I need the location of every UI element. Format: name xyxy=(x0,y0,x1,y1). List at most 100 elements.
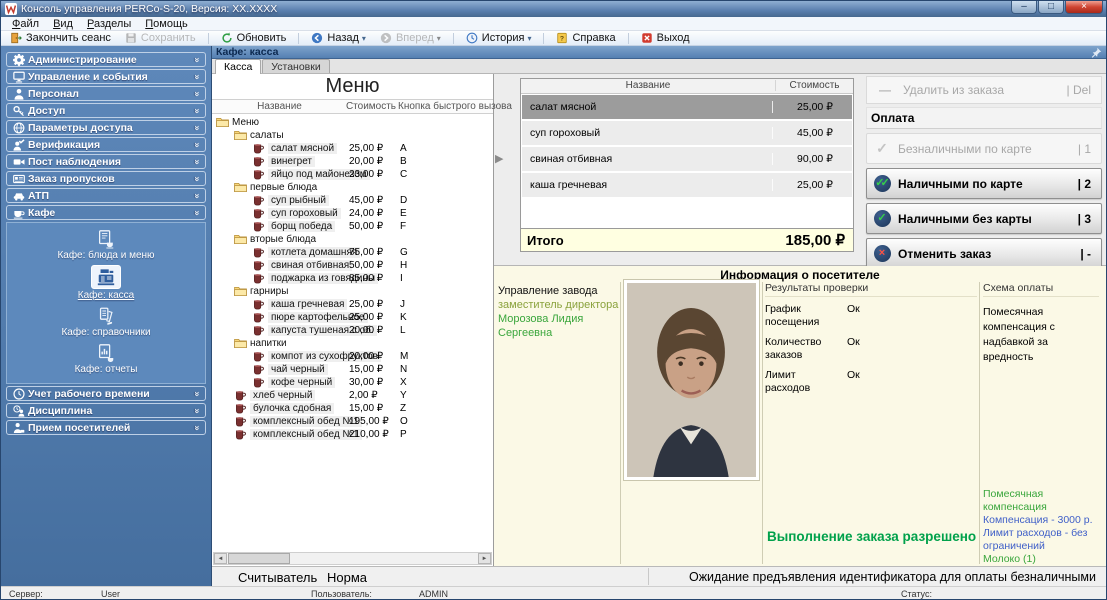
tree-row[interactable]: котлета домашняя75,00 ₽G xyxy=(212,246,493,259)
order-row[interactable]: салат мясной25,00 ₽ xyxy=(522,95,852,119)
order-row[interactable]: каша гречневая25,00 ₽ xyxy=(522,173,852,197)
tree-row[interactable]: первые блюда xyxy=(212,181,493,194)
toolbar-button-exit[interactable]: Выход xyxy=(634,31,697,45)
visitor-position: заместитель директора xyxy=(498,298,620,312)
key-icon xyxy=(10,104,28,118)
chevron-down-icon: » xyxy=(192,57,202,62)
tree-row[interactable]: салаты xyxy=(212,129,493,142)
sidebar-item-clock-person[interactable]: Дисциплина» xyxy=(6,403,206,418)
pin-icon[interactable] xyxy=(1091,47,1102,58)
tree-hotkey: G xyxy=(400,247,408,258)
field-label: Сервер: xyxy=(9,589,43,599)
sidebar-item-clock[interactable]: Учет рабочего времени» xyxy=(6,386,206,401)
menu-item-2[interactable]: Вид xyxy=(46,18,80,30)
tab-2[interactable]: Установки xyxy=(262,59,329,73)
delete-from-order-button[interactable]: — Удалить из заказа | Del xyxy=(866,76,1102,104)
toolbar-button-help[interactable]: ?Справка xyxy=(549,31,622,45)
tree-row[interactable]: компот из сухофруктов20,00 ₽M xyxy=(212,350,493,363)
tree-label: свиная отбивная xyxy=(268,260,352,271)
tree-row[interactable]: напитки xyxy=(212,337,493,350)
payment-label: Отменить заказ xyxy=(898,247,1080,261)
payment-button-check-green[interactable]: ✓Наличными без карты| 3 xyxy=(866,203,1102,234)
sidebar-item-badge[interactable]: Заказ пропусков» xyxy=(6,171,206,186)
tree-label: комплексный обед №1 xyxy=(250,429,362,440)
maximize-button[interactable]: □ xyxy=(1038,1,1064,14)
toolbar-button-forward[interactable]: Вперед▾ xyxy=(373,31,448,45)
toolbar-button-history[interactable]: История▾ xyxy=(459,31,539,45)
sidebar-item-globe[interactable]: Параметры доступа» xyxy=(6,120,206,135)
tree-label: первые блюда xyxy=(250,182,317,193)
tree-row[interactable]: кофе черный30,00 ₽X xyxy=(212,376,493,389)
cafe-submenu-item-report[interactable]: Кафе: отчеты xyxy=(7,342,205,375)
order-row[interactable]: свиная отбивная90,00 ₽ xyxy=(522,147,852,171)
toolbar-button-back[interactable]: Назад▾ xyxy=(304,31,373,45)
payment-button-cancel-red[interactable]: ×Отменить заказ| - xyxy=(866,238,1102,269)
tree-row[interactable]: каша гречневая25,00 ₽J xyxy=(212,298,493,311)
detail-line: Помесячная компенсация xyxy=(983,488,1097,514)
sidebar-item-person[interactable]: Персонал» xyxy=(6,86,206,101)
minimize-button[interactable]: – xyxy=(1011,1,1037,14)
window-title: Консоль управления PERCo-S-20, Версия: X… xyxy=(21,3,277,15)
sidebar: Администрирование» Управление и события» П… xyxy=(1,46,212,586)
payment-hotkey: | - xyxy=(1080,247,1101,261)
tree-row[interactable]: гарниры xyxy=(212,285,493,298)
tree-hotkey: D xyxy=(400,195,407,206)
sidebar-item-cup[interactable]: Кафе» xyxy=(6,205,206,220)
tree-row[interactable]: борщ победа50,00 ₽F xyxy=(212,220,493,233)
tree-row[interactable]: салат мясной25,00 ₽A xyxy=(212,142,493,155)
tree-row[interactable]: комплексный обед №1210,00 ₽P xyxy=(212,428,493,441)
menu-item-4[interactable]: Помощь xyxy=(138,18,195,30)
cafe-submenu-label: Кафе: справочники xyxy=(61,327,150,338)
sidebar-item-car[interactable]: АТП» xyxy=(6,188,206,203)
sidebar-item-person-badge[interactable]: Прием посетителей» xyxy=(6,420,206,435)
cafe-submenu-item-books[interactable]: Кафе: справочники xyxy=(7,305,205,338)
cafe-submenu-item-dishes[interactable]: Кафе: блюда и меню xyxy=(7,228,205,261)
scrollbar-thumb[interactable] xyxy=(228,553,290,564)
cafe-submenu-item-register[interactable]: Кафе: касса xyxy=(7,265,205,301)
sidebar-item-gear[interactable]: Администрирование» xyxy=(6,52,206,67)
globe-icon xyxy=(10,121,28,135)
tree-row[interactable]: Меню xyxy=(212,116,493,129)
scroll-right-icon[interactable]: ► xyxy=(478,553,491,564)
tree-row[interactable]: булочка сдобная15,00 ₽Z xyxy=(212,402,493,415)
scroll-left-icon[interactable]: ◄ xyxy=(214,553,227,564)
window-controls: –□× xyxy=(1010,1,1103,14)
toolbar-button-refresh[interactable]: Обновить xyxy=(214,31,294,45)
collapse-arrow-icon[interactable]: ▶ xyxy=(495,152,503,165)
sidebar-item-monitor[interactable]: Управление и события» xyxy=(6,69,206,84)
tree-row[interactable]: суп рыбный45,00 ₽D xyxy=(212,194,493,207)
tree-row[interactable]: суп гороховый24,00 ₽E xyxy=(212,207,493,220)
tree-row[interactable]: свиная отбивная50,00 ₽H xyxy=(212,259,493,272)
tab-1[interactable]: Касса xyxy=(215,59,261,74)
tree-row[interactable]: капуста тушеная с об.20,00 ₽L xyxy=(212,324,493,337)
menu-panel: Меню Название Стоимость Кнопка быстрого … xyxy=(212,74,494,566)
order-row[interactable]: суп гороховый45,00 ₽ xyxy=(522,121,852,145)
sidebar-item-camera[interactable]: Пост наблюдения» xyxy=(6,154,206,169)
menu-item-1[interactable]: Файл xyxy=(5,18,46,30)
horizontal-scrollbar[interactable]: ◄ ► xyxy=(213,552,492,565)
tree-row[interactable]: пюре картофельное25,00 ₽K xyxy=(212,311,493,324)
payment-hotkey: | 3 xyxy=(1078,212,1101,226)
tree-price: 85,00 ₽ xyxy=(349,273,383,284)
order-item-name: салат мясной xyxy=(522,101,772,113)
order-total-value: 185,00 ₽ xyxy=(785,231,853,249)
close-button[interactable]: × xyxy=(1065,1,1103,14)
toolbar-button-end-session[interactable]: Закончить сеанс xyxy=(3,31,118,45)
tree-row[interactable]: вторые блюда xyxy=(212,233,493,246)
detail-line: Компенсация - 3000 р. xyxy=(983,514,1097,527)
tree-row[interactable]: винегрет20,00 ₽B xyxy=(212,155,493,168)
payment-button-check-double-green[interactable]: ✓✓Наличными по карте| 2 xyxy=(866,168,1102,199)
tree-row[interactable]: чай черный15,00 ₽N xyxy=(212,363,493,376)
tree-row[interactable]: поджарка из говядины85,00 ₽I xyxy=(212,272,493,285)
folder-icon xyxy=(234,286,248,297)
payment-button-check-grey[interactable]: ✓Безналичными по карте| 1 xyxy=(866,133,1102,164)
tree-hotkey: J xyxy=(400,299,405,310)
sidebar-item-person-check[interactable]: Верификация» xyxy=(6,137,206,152)
tree-row[interactable]: комплексный обед №1195,00 ₽O xyxy=(212,415,493,428)
tree-row[interactable]: яйцо под майонезом23,00 ₽C xyxy=(212,168,493,181)
menu-item-3[interactable]: Разделы xyxy=(80,18,138,30)
toolbar-button-save[interactable]: Сохранить xyxy=(118,31,203,45)
checks-list: График посещенияОкКоличество заказовОкЛи… xyxy=(765,303,977,395)
sidebar-item-key[interactable]: Доступ» xyxy=(6,103,206,118)
tree-row[interactable]: хлеб черный2,00 ₽Y xyxy=(212,389,493,402)
